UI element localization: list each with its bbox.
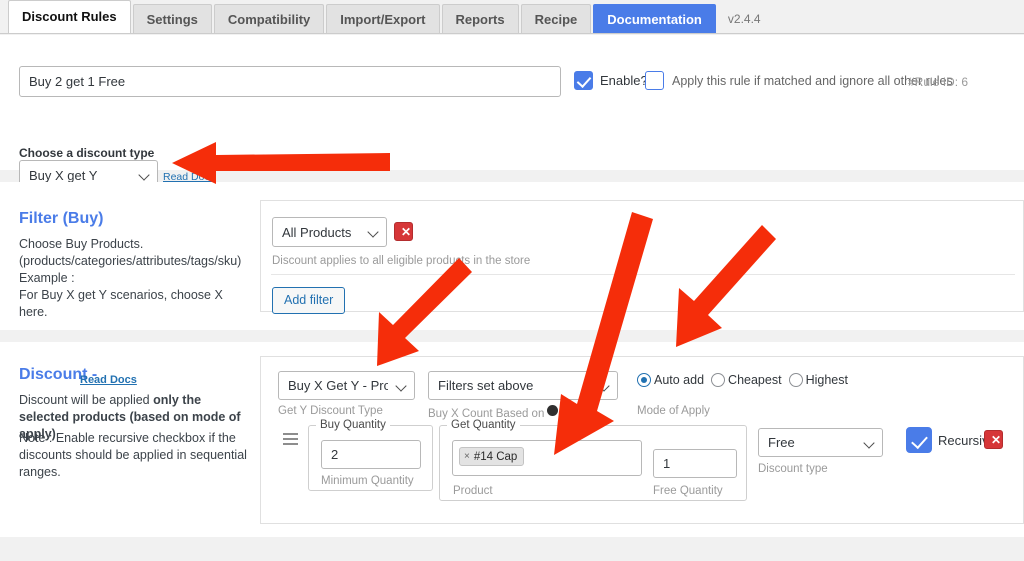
mode-option-highest[interactable]: Highest	[789, 373, 854, 387]
tab-import-export-label: Import/Export	[340, 12, 425, 27]
filter-rows-container: All Products ✕ Discount applies to all e…	[260, 200, 1024, 312]
buy-x-count-select[interactable]: Filters set above	[428, 371, 618, 400]
row-discount-type-hint: Discount type	[758, 463, 828, 475]
tab-documentation[interactable]: Documentation	[593, 4, 716, 33]
product-hint: Product	[453, 485, 493, 497]
ignore-other-rules-checkbox[interactable]	[645, 71, 664, 90]
mode-label-highest: Highest	[806, 373, 848, 387]
product-chip-label: #14 Cap	[474, 451, 517, 463]
tab-discount-rules[interactable]: Discount Rules	[8, 0, 131, 33]
discount-type-label: Choose a discount type	[19, 146, 154, 160]
tab-settings-label: Settings	[147, 12, 198, 27]
buy-quantity-fieldset: Buy Quantity Minimum Quantity	[308, 419, 433, 491]
tab-compatibility[interactable]: Compatibility	[214, 4, 324, 33]
filter-desc-line1: Choose Buy Products.	[19, 237, 143, 251]
enable-checkbox-group[interactable]: Enable?	[574, 71, 648, 90]
product-chip[interactable]: × #14 Cap	[459, 447, 524, 466]
enable-label: Enable?	[600, 73, 648, 88]
recursive-checkbox[interactable]	[906, 427, 932, 453]
remove-filter-button[interactable]: ✕	[394, 222, 413, 241]
row-discount-type-select[interactable]: Free	[758, 428, 883, 457]
product-chip-input[interactable]: × #14 Cap	[452, 440, 642, 476]
enable-checkbox[interactable]	[574, 71, 593, 90]
rule-title-input[interactable]	[19, 66, 561, 97]
filter-target-select-wrap[interactable]: All Products	[272, 217, 387, 247]
mode-option-cheapest[interactable]: Cheapest	[711, 373, 788, 387]
get-quantity-legend: Get Quantity	[447, 419, 520, 431]
filter-section-description: Choose Buy Products. (products/categorie…	[19, 236, 251, 321]
read-docs-link-discount[interactable]: Read Docs	[80, 374, 137, 386]
filter-section-title: Filter (Buy)	[19, 210, 103, 228]
discount-rule-editor: Discount Rules Settings Compatibility Im…	[0, 0, 1024, 561]
buy-quantity-legend: Buy Quantity	[316, 419, 390, 431]
filter-hint-text: Discount applies to all eligible product…	[272, 255, 530, 267]
rule-header-panel: Enable? Apply this rule if matched and i…	[0, 35, 1024, 170]
filter-buy-panel: Filter (Buy) Choose Buy Products. (produ…	[0, 182, 1024, 330]
drag-handle-icon[interactable]	[283, 433, 298, 446]
help-icon[interactable]	[547, 405, 558, 416]
buy-x-count-select-wrap[interactable]: Filters set above	[428, 371, 618, 400]
discount-rows-container: Buy X Get Y - Products Get Y Discount Ty…	[260, 356, 1024, 524]
tab-documentation-label: Documentation	[607, 12, 702, 27]
discount-note: Note : Enable recursive checkbox if the …	[19, 430, 251, 481]
filter-desc-line3: For Buy X get Y scenarios, choose X here…	[19, 288, 223, 319]
mode-of-apply-radio-group[interactable]: Auto add Cheapest Highest	[637, 373, 855, 387]
buy-x-count-hint: Buy X Count Based on	[428, 405, 558, 420]
tab-compatibility-label: Compatibility	[228, 12, 310, 27]
tab-reports-label: Reports	[456, 12, 505, 27]
tab-settings[interactable]: Settings	[133, 4, 212, 33]
tab-discount-rules-label: Discount Rules	[22, 9, 117, 24]
get-y-discount-type-hint: Get Y Discount Type	[278, 405, 383, 417]
get-quantity-fieldset: Get Quantity × #14 Cap Product Free Quan…	[439, 419, 747, 501]
filter-target-select[interactable]: All Products	[272, 217, 387, 247]
buy-quantity-input[interactable]	[321, 440, 421, 469]
mode-radio-cheapest[interactable]	[711, 373, 725, 387]
mode-label-cheapest: Cheapest	[728, 373, 782, 387]
remove-discount-row-button[interactable]: ✕	[984, 430, 1003, 449]
discount-description-prefix: Discount will be applied	[19, 393, 153, 407]
free-quantity-input[interactable]	[653, 449, 737, 478]
product-chip-remove-icon[interactable]: ×	[464, 451, 470, 462]
rule-id-label: #Rule ID: 6	[908, 75, 968, 89]
mode-option-auto-add[interactable]: Auto add	[637, 373, 710, 387]
tab-import-export[interactable]: Import/Export	[326, 4, 439, 33]
version-label: v2.4.4	[728, 12, 761, 33]
mode-of-apply-hint: Mode of Apply	[637, 405, 710, 417]
discount-title-text: Discount	[19, 366, 87, 383]
row-discount-type-select-wrap[interactable]: Free	[758, 428, 883, 457]
mode-label-auto-add: Auto add	[654, 373, 704, 387]
tab-bar: Discount Rules Settings Compatibility Im…	[0, 0, 1024, 34]
buy-quantity-hint: Minimum Quantity	[321, 475, 414, 487]
discount-panel: Discount - Read Docs Discount will be ap…	[0, 342, 1024, 537]
mode-radio-auto-add[interactable]	[637, 373, 651, 387]
get-y-discount-type-select[interactable]: Buy X Get Y - Products	[278, 371, 415, 400]
tab-recipe[interactable]: Recipe	[521, 4, 592, 33]
tab-reports[interactable]: Reports	[442, 4, 519, 33]
mode-radio-highest[interactable]	[789, 373, 803, 387]
tab-recipe-label: Recipe	[535, 12, 578, 27]
filter-divider	[271, 274, 1015, 275]
ignore-other-rules-group[interactable]: Apply this rule if matched and ignore al…	[645, 71, 953, 90]
get-y-discount-type-select-wrap[interactable]: Buy X Get Y - Products	[278, 371, 415, 400]
filter-desc-line2: (products/categories/attributes/tags/sku…	[19, 254, 241, 285]
free-quantity-hint: Free Quantity	[653, 485, 723, 497]
add-filter-button[interactable]: Add filter	[272, 287, 345, 314]
